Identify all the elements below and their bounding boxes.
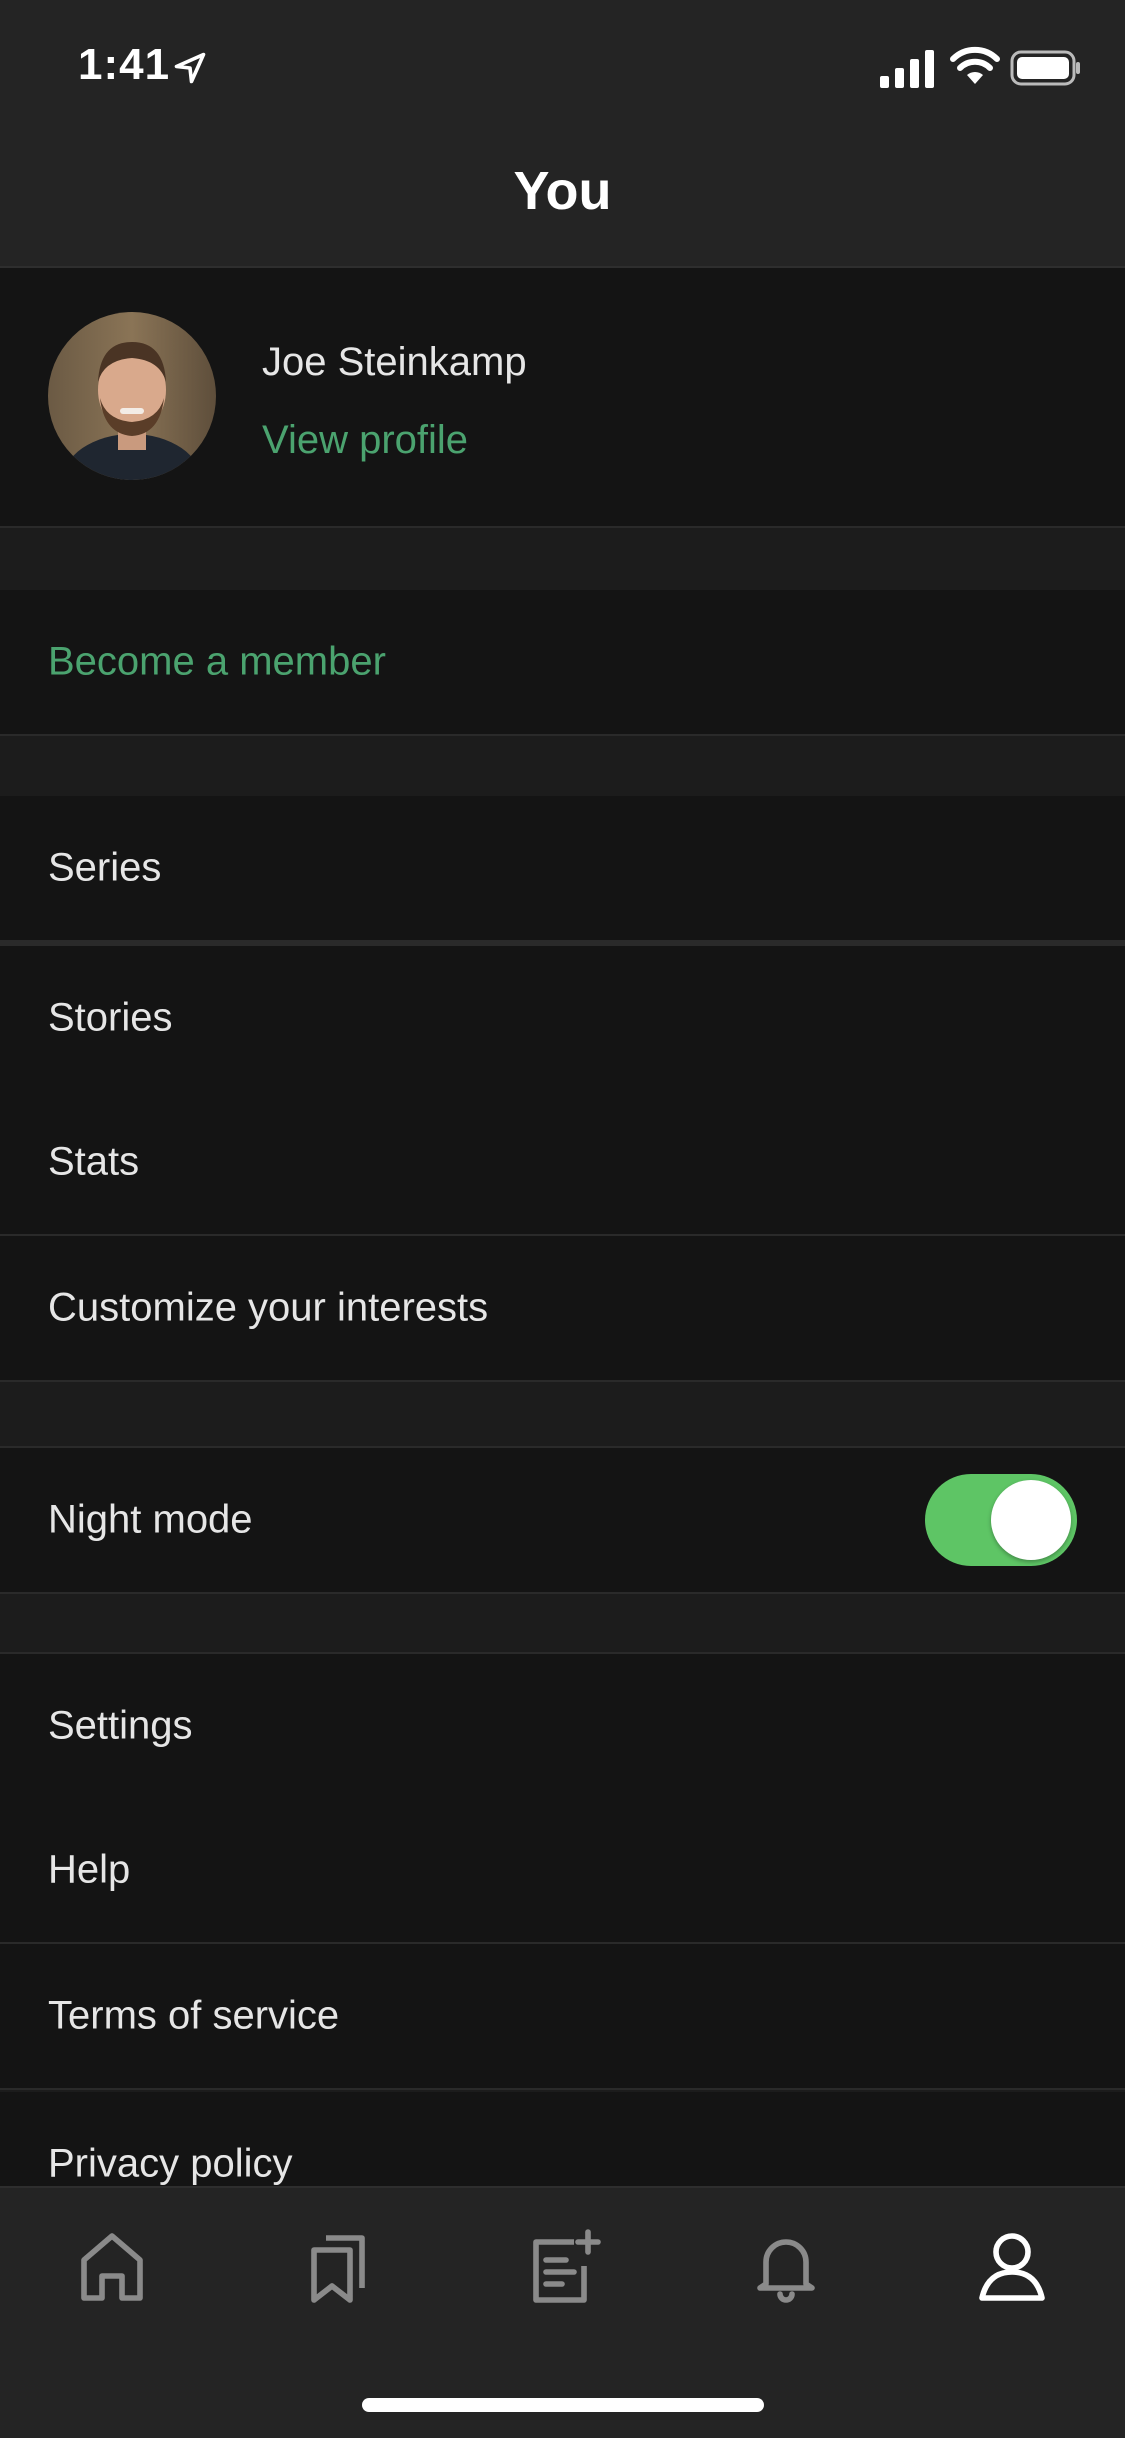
- menu-item-stats[interactable]: Stats: [0, 1090, 1125, 1236]
- page-title: You: [513, 161, 612, 221]
- menu-item-terms[interactable]: Terms of service: [0, 1944, 1125, 2090]
- bookmarks-icon[interactable]: [298, 2226, 378, 2306]
- profile-section[interactable]: Joe Steinkamp View profile: [0, 268, 1125, 528]
- menu-item-customize-interests[interactable]: Customize your interests: [0, 1236, 1125, 1382]
- menu-item-label: Customize your interests: [48, 1285, 489, 1330]
- menu-item-label: Terms of service: [48, 1993, 340, 2038]
- avatar[interactable]: [48, 312, 216, 480]
- menu-item-label: Stats: [48, 1139, 140, 1184]
- profile-icon[interactable]: [972, 2226, 1052, 2306]
- home-indicator: [362, 2398, 764, 2412]
- battery-icon: [1010, 50, 1080, 86]
- become-member-row[interactable]: Become a member: [0, 590, 1125, 736]
- menu-item-label: Series: [48, 845, 162, 890]
- status-time: 1:41: [78, 40, 171, 89]
- home-icon[interactable]: [72, 2226, 152, 2306]
- menu-item-label: Help: [48, 1847, 131, 1892]
- menu-item-label: Settings: [48, 1703, 193, 1748]
- night-mode-row: Night mode: [0, 1446, 1125, 1594]
- menu-item-label: Stories: [48, 995, 173, 1040]
- toggle-knob: [991, 1480, 1071, 1560]
- nav-header: You: [0, 132, 1125, 268]
- menu-item-help[interactable]: Help: [0, 1798, 1125, 1944]
- night-mode-toggle[interactable]: [925, 1474, 1077, 1566]
- notifications-icon[interactable]: [746, 2226, 826, 2306]
- new-story-icon[interactable]: [522, 2226, 602, 2306]
- profile-name: Joe Steinkamp: [262, 340, 527, 384]
- menu-item-series[interactable]: Series: [0, 796, 1125, 942]
- wifi-icon: [950, 46, 1000, 84]
- cellular-signal-icon: [880, 50, 934, 88]
- location-arrow-icon: [174, 52, 206, 84]
- menu-item-settings[interactable]: Settings: [0, 1652, 1125, 1800]
- night-mode-label: Night mode: [48, 1497, 253, 1542]
- become-member-label: Become a member: [48, 639, 386, 684]
- view-profile-link[interactable]: View profile: [262, 418, 468, 463]
- status-bar: 1:41: [0, 0, 1125, 132]
- menu-item-label: Privacy policy: [48, 2141, 293, 2186]
- menu-item-stories[interactable]: Stories: [0, 942, 1125, 1092]
